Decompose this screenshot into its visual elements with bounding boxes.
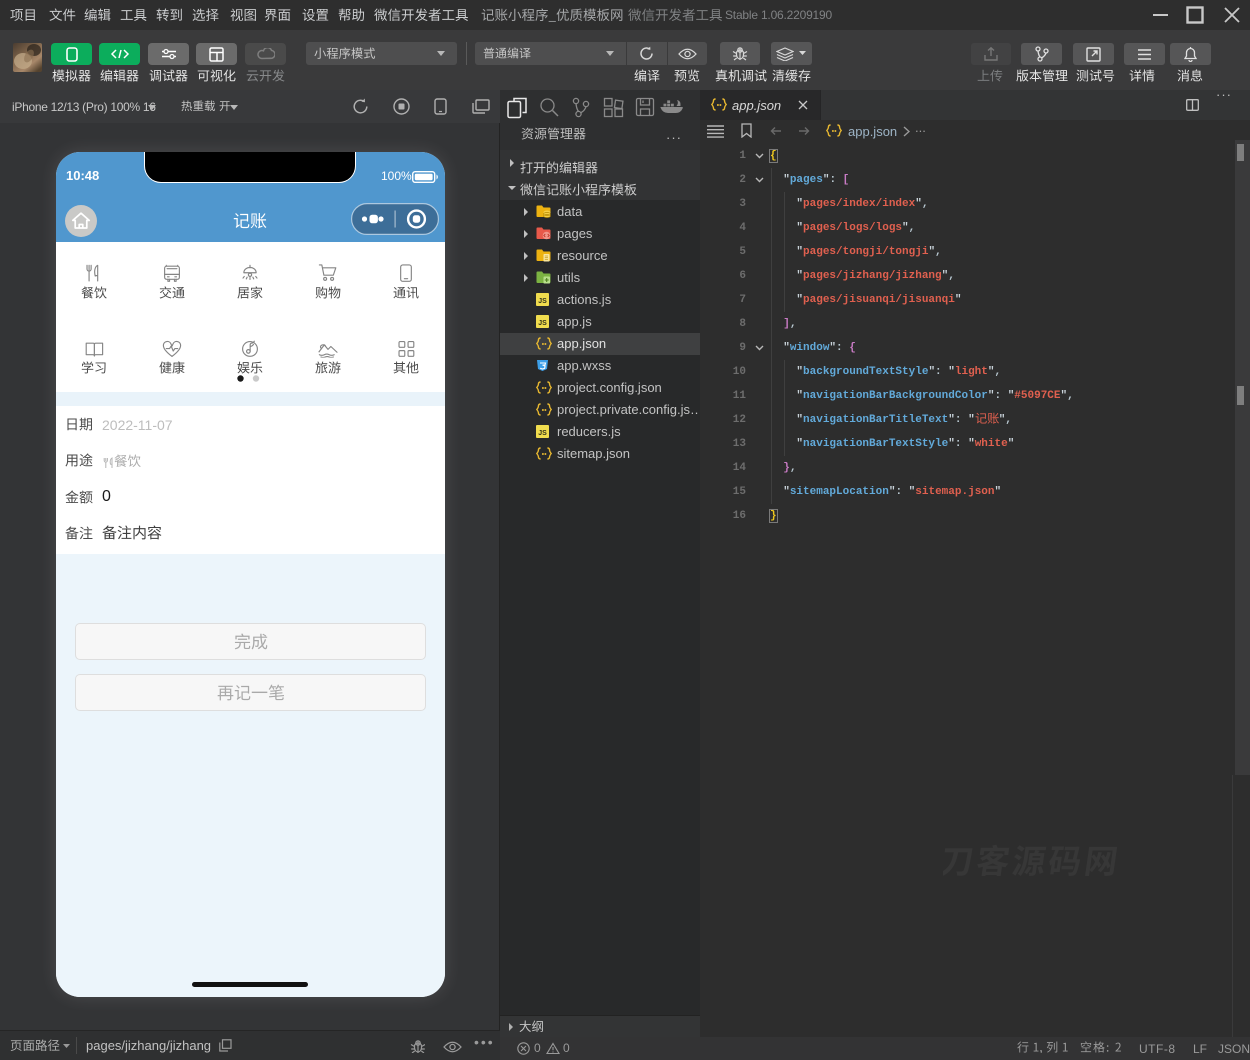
svg-text:JS: JS [538, 320, 547, 327]
svg-text:JS: JS [538, 430, 547, 437]
svg-text:JS: JS [538, 298, 547, 305]
